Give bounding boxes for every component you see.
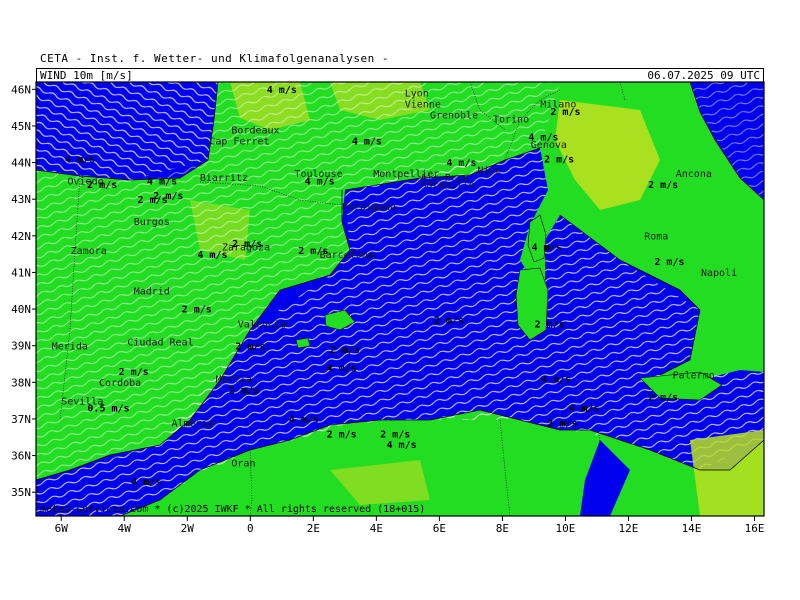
lat-tick-label: 44N [11, 157, 31, 170]
lat-tick-label: 43N [11, 193, 31, 206]
lat-tick-label: 46N [11, 83, 31, 96]
city-label: Torino [493, 114, 529, 125]
wind-speed-label: 2 m/s [544, 155, 574, 166]
wind-speed-label: 2 m/s [182, 305, 212, 316]
lat-tick-label: 37N [11, 413, 31, 426]
wind-speed-label: 4 m/s [387, 440, 417, 451]
wind-speed-label: 4 m/s [531, 242, 561, 253]
wind-speed-label: 4 m/s [541, 374, 571, 385]
lon-tick-label: 4W [118, 522, 132, 535]
city-label: Bordeaux [231, 125, 279, 136]
wind-speed-label: 2 m/s [535, 319, 565, 330]
wind-speed-label: 4 m/s [267, 85, 297, 96]
wind-speed-label: 2 m/s [330, 345, 360, 356]
wind-speed-label: 2 m/s [648, 393, 678, 404]
lat-tick-label: 40N [11, 303, 31, 316]
city-label: Zamora [71, 246, 107, 257]
wind-speed-label: 2 m/s [550, 107, 580, 118]
city-label: Vienne [405, 100, 441, 111]
city-label: Oran [231, 459, 255, 470]
wind-speed-label: 4 m/s [65, 155, 95, 166]
wind-speed-label: 2 m/s [87, 180, 117, 191]
wind-speed-label: 2 m/s [648, 180, 678, 191]
ibiza-island [295, 337, 311, 349]
lon-tick-label: 2W [181, 522, 195, 535]
wind-speed-label: 4 m/s [131, 477, 161, 488]
lon-tick-label: 2E [307, 522, 320, 535]
city-label: Cordoba [99, 378, 141, 389]
wind-speed-label: 4 m/s [352, 136, 382, 147]
city-label: Madrid [134, 286, 170, 297]
city-label: Merida [52, 341, 88, 352]
lon-tick-label: 0 [247, 522, 254, 535]
wind-speed-label: 4 m/s [289, 415, 319, 426]
lon-tick-label: 4E [370, 522, 383, 535]
lat-tick-label: 41N [11, 266, 31, 279]
moderate-wind-south-east [690, 430, 764, 516]
lon-tick-label: 12E [619, 522, 639, 535]
lat-tick-label: 45N [11, 120, 31, 133]
wind-speed-label: 2 m/s [229, 385, 259, 396]
city-label: Grenoble [430, 111, 478, 122]
latitude-axis: 46N 45N 44N 43N 42N 41N 40N 39N 38N 37N 36N 35N [11, 83, 36, 499]
city-label: Ciudad Real [127, 338, 193, 349]
city-label: Napoli [701, 268, 737, 279]
city-label: Valencia [238, 319, 286, 330]
city-label: Palermo [673, 371, 715, 382]
wind-map: 6W 4W 2W 0 2E 4E 6E 8E 10E 12E 14E 16E 46N 45N 44N 43N… [11, 81, 765, 535]
lon-tick-label: 6E [433, 522, 446, 535]
wind-speed-label: 2 m/s [547, 418, 577, 429]
city-label: Aix-Prov. [420, 173, 474, 184]
lat-tick-label: 35N [11, 486, 31, 499]
wind-speed-label: 2 m/s [153, 191, 183, 202]
city-label: Perpignan [342, 202, 396, 213]
wind-speed-label: 4 m/s [528, 133, 558, 144]
wind-speed-label: 2 m/s [119, 367, 149, 378]
lat-tick-label: 42N [11, 230, 31, 243]
copyright-footer: meteo-services.com * (c)2025 IWKF * All … [40, 504, 425, 515]
lon-tick-label: 6W [55, 522, 69, 535]
wind-speed-label: 2 m/s [298, 246, 328, 257]
lat-tick-label: 36N [11, 450, 31, 463]
city-label: Lyon [405, 89, 429, 100]
lon-tick-label: 16E [745, 522, 765, 535]
wind-speed-label: 4 m/s [569, 404, 599, 415]
lat-tick-label: 38N [11, 376, 31, 389]
city-label: Burgos [134, 217, 170, 228]
wind-speed-label: 4 m/s [197, 250, 227, 261]
wind-speed-label: 4 m/s [147, 177, 177, 188]
wind-speed-label: 4 m/s [446, 158, 476, 169]
city-label: Roma [644, 231, 668, 242]
wind-speed-label: 2 m/s [654, 257, 684, 268]
city-label: Almeria [172, 418, 214, 429]
lon-tick-label: 14E [682, 522, 702, 535]
lat-tick-label: 39N [11, 340, 31, 353]
wind-speed-label: 2 m/s [434, 316, 464, 327]
city-label: Ancona [676, 169, 712, 180]
lon-tick-label: 8E [496, 522, 509, 535]
wind-speed-label: 2 m/s [380, 429, 410, 440]
lon-tick-label: 10E [556, 522, 576, 535]
wind-speed-label: 4 m/s [305, 177, 335, 188]
wind-speed-label: 0.5 m/s [87, 404, 129, 415]
wind-speed-label: 2 m/s [327, 429, 357, 440]
longitude-axis: 6W 4W 2W 0 2E 4E 6E 8E 10E 12E 14E 16E [55, 516, 765, 535]
wind-speed-label: 4 m/s [327, 363, 357, 374]
city-label: Nice [477, 166, 501, 177]
city-label: Cap Ferret [209, 136, 269, 147]
city-label: Murcia [216, 374, 252, 385]
city-label: Biarritz [200, 173, 248, 184]
wind-speed-label: 2 m/s [235, 341, 265, 352]
wind-speed-label: 2 m/s [232, 239, 262, 250]
